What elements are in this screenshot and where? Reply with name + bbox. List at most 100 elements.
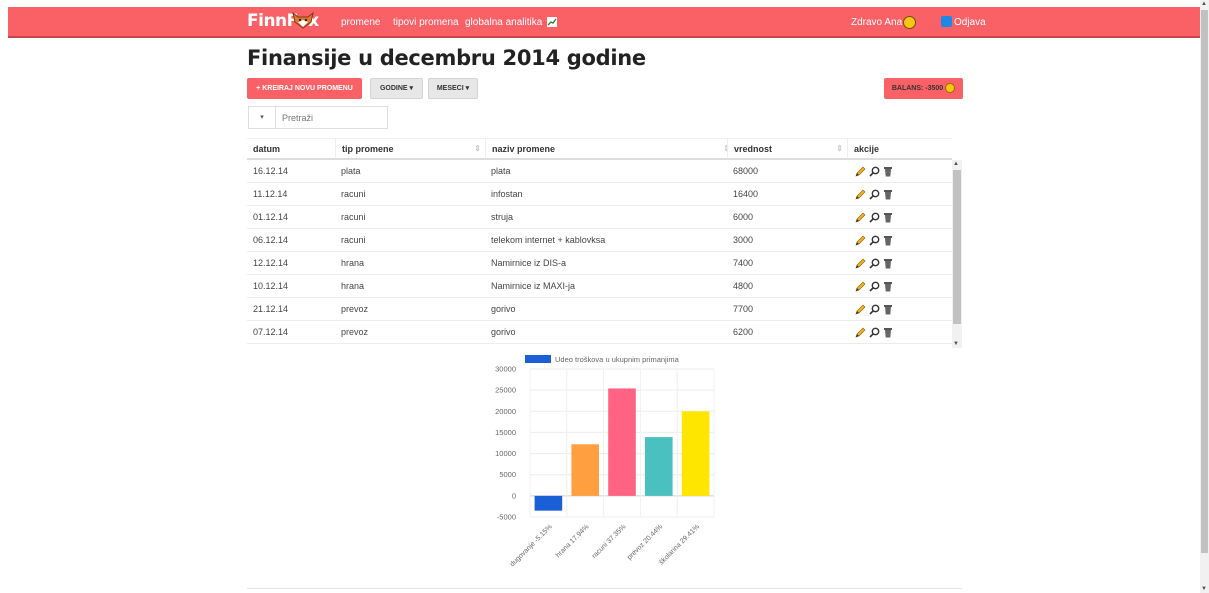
table-cell: telekom internet + kablovksa xyxy=(491,235,606,245)
table-cell: 07.12.14 xyxy=(253,327,289,337)
trash-icon[interactable] xyxy=(883,212,893,223)
chart-icon xyxy=(547,17,557,27)
sort-icon[interactable]: ⇕ xyxy=(836,139,843,159)
column-header-label: datum xyxy=(253,144,280,154)
row-actions xyxy=(855,235,895,247)
years-dropdown-label: GODINE xyxy=(379,85,408,92)
magnifier-icon[interactable] xyxy=(869,235,880,246)
page-scrollbar[interactable]: ▲ ▼ xyxy=(1200,0,1209,593)
create-change-button[interactable]: + KREIRAJ NOVU PROMENU xyxy=(247,78,362,99)
bar xyxy=(534,495,563,511)
nav-link-globalna-analitika[interactable]: globalna analitika xyxy=(465,17,542,28)
table-row[interactable]: 07.12.14 prevoz gorivo 6200 xyxy=(247,321,952,344)
table-scrollbar[interactable]: ▲ ▼ xyxy=(952,160,962,348)
table-cell: 21.12.14 xyxy=(253,304,289,314)
magnifier-icon[interactable] xyxy=(869,327,880,338)
table-row[interactable]: 12.12.14 hrana Namirnice iz DIS-a 7400 xyxy=(247,252,952,275)
magnifier-icon[interactable] xyxy=(869,166,880,177)
pencil-icon[interactable] xyxy=(855,235,866,246)
x-tick-label: dugovanje -5.15% xyxy=(509,523,554,568)
column-header-naziv-promene[interactable]: naziv promene ⇕ xyxy=(485,139,734,159)
trash-icon[interactable] xyxy=(883,189,893,200)
table-row[interactable]: 06.12.14 racuni telekom internet + kablovk… xyxy=(247,229,952,252)
magnifier-icon[interactable] xyxy=(869,189,880,200)
pencil-icon[interactable] xyxy=(855,258,866,269)
magnifier-icon[interactable] xyxy=(869,304,880,315)
pencil-icon[interactable] xyxy=(855,304,866,315)
scroll-down-arrow-icon[interactable]: ▼ xyxy=(1201,586,1207,592)
caret-down-icon: ▾ xyxy=(463,85,470,92)
y-tick-label: 20000 xyxy=(495,407,516,416)
y-tick-label: -5000 xyxy=(497,513,516,522)
table-row[interactable]: 11.12.14 racuni infostan 16400 xyxy=(247,183,952,206)
trash-icon[interactable] xyxy=(883,258,893,269)
nav-link-promene[interactable]: promene xyxy=(341,17,380,28)
pencil-icon[interactable] xyxy=(855,212,866,223)
bar xyxy=(608,388,636,496)
trash-icon[interactable] xyxy=(883,235,893,246)
logout-icon[interactable] xyxy=(941,16,952,27)
scroll-up-arrow-icon[interactable]: ▲ xyxy=(1201,1,1207,7)
column-header-label: akcije xyxy=(854,144,880,154)
trash-icon[interactable] xyxy=(883,166,893,177)
magnifier-icon[interactable] xyxy=(869,258,880,269)
y-tick-label: 10000 xyxy=(495,449,516,458)
table-cell: 68000 xyxy=(733,166,759,176)
scroll-down-arrow-icon[interactable]: ▼ xyxy=(953,341,959,347)
months-dropdown-label: MESECI xyxy=(436,85,464,92)
table-row[interactable]: 01.12.14 racuni struja 6000 xyxy=(247,206,952,229)
table-row[interactable]: 21.12.14 prevoz gorivo 7700 xyxy=(247,298,952,321)
table-body[interactable]: 16.12.14 plata plata 68000 11.12.14 racuni inf… xyxy=(247,160,952,348)
logout-link[interactable]: Odjava xyxy=(954,17,986,28)
column-header-tip-promene[interactable]: tip promene ⇕ xyxy=(335,139,485,159)
table-header: datum tip promene ⇕ naziv promene ⇕ vred… xyxy=(247,138,952,160)
row-actions xyxy=(855,189,895,201)
scroll-up-arrow-icon[interactable]: ▲ xyxy=(953,161,959,167)
search-filter-dropdown[interactable]: ▾ xyxy=(249,107,276,128)
bar xyxy=(571,444,599,496)
column-header-label: tip promene xyxy=(342,144,394,154)
years-dropdown-button[interactable]: GODINE ▾ xyxy=(370,78,423,99)
table-cell: infostan xyxy=(491,189,523,199)
pencil-icon[interactable] xyxy=(855,327,866,338)
table-row[interactable]: 10.12.14 hrana Namirnice iz MAXI-ja 4800 xyxy=(247,275,952,298)
trash-icon[interactable] xyxy=(883,281,893,292)
pencil-icon[interactable] xyxy=(855,189,866,200)
table-cell: 7700 xyxy=(733,304,754,314)
nav-link-tipovi-promena[interactable]: tipovi promena xyxy=(393,17,459,28)
page-scrollbar-thumb[interactable] xyxy=(1201,10,1208,553)
y-tick-label: 5000 xyxy=(499,470,516,479)
user-avatar-icon xyxy=(903,16,916,29)
table-cell: 12.12.14 xyxy=(253,258,289,268)
expense-share-bar-chart: Udeo troškova u ukupnim primanjima 30000 2… xyxy=(495,355,715,568)
pencil-icon[interactable] xyxy=(855,281,866,292)
table-cell: 10.12.14 xyxy=(253,281,289,291)
legend-swatch xyxy=(525,355,551,363)
table-scrollbar-thumb[interactable] xyxy=(953,170,961,324)
pencil-icon[interactable] xyxy=(855,166,866,177)
search-input[interactable] xyxy=(280,109,384,127)
table-cell: 6000 xyxy=(733,212,754,222)
column-header-datum[interactable]: datum xyxy=(247,139,335,159)
months-dropdown-button[interactable]: MESECI ▾ xyxy=(428,78,478,99)
magnifier-icon[interactable] xyxy=(869,281,880,292)
y-tick-label: 25000 xyxy=(495,386,516,395)
balance-badge: BALANS: -3500 xyxy=(884,78,963,99)
trash-icon[interactable] xyxy=(883,304,893,315)
table-cell: racuni xyxy=(341,235,366,245)
fox-logo-icon[interactable] xyxy=(292,11,314,29)
table-cell: struja xyxy=(491,212,514,222)
column-header-vrednost[interactable]: vrednost ⇕ xyxy=(727,139,847,159)
table-cell: racuni xyxy=(341,189,366,199)
table-row[interactable]: 16.12.14 plata plata 68000 xyxy=(247,160,952,183)
table-cell: 6200 xyxy=(733,327,754,337)
sort-icon[interactable]: ⇕ xyxy=(474,139,481,159)
table-cell: hrana xyxy=(341,258,365,268)
trash-icon[interactable] xyxy=(883,327,893,338)
coin-icon xyxy=(945,83,956,94)
greeting-text: Zdravo Ana | xyxy=(851,17,908,28)
table-cell: hrana xyxy=(341,281,365,291)
table-cell: 16.12.14 xyxy=(253,166,289,176)
magnifier-icon[interactable] xyxy=(869,212,880,223)
row-actions xyxy=(855,327,895,339)
